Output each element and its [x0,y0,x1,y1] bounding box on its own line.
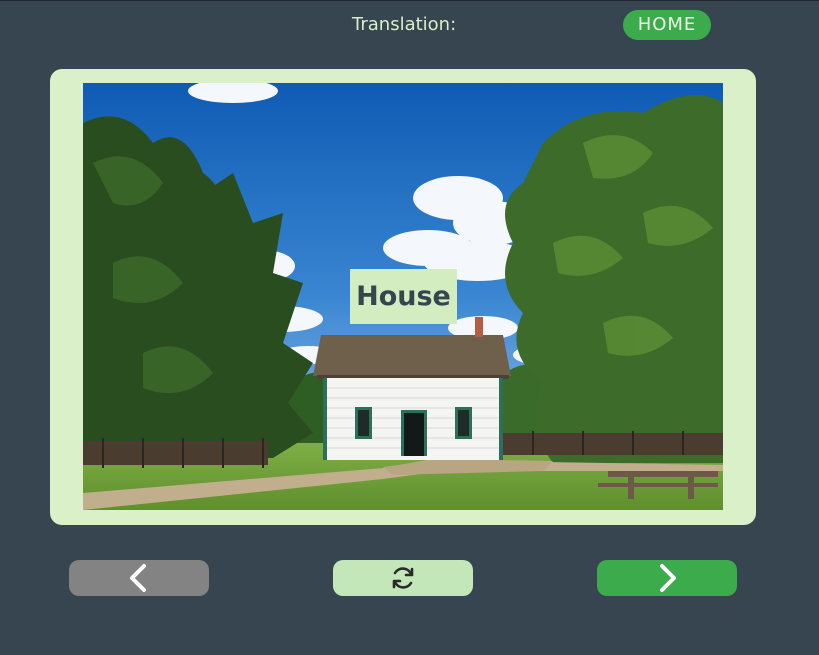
window-top-border [0,0,819,1]
house-photo: House [83,83,723,510]
home-button[interactable]: HOME [623,10,711,40]
word-label: House [350,269,457,324]
next-button[interactable] [597,560,737,596]
chevron-left-icon [130,564,146,592]
translation-label: Translation: [352,14,457,35]
chevron-right-icon [660,564,676,592]
previous-button[interactable] [69,560,209,596]
refresh-icon [392,567,414,589]
flashcard: House [50,69,756,525]
refresh-button[interactable] [333,560,473,596]
